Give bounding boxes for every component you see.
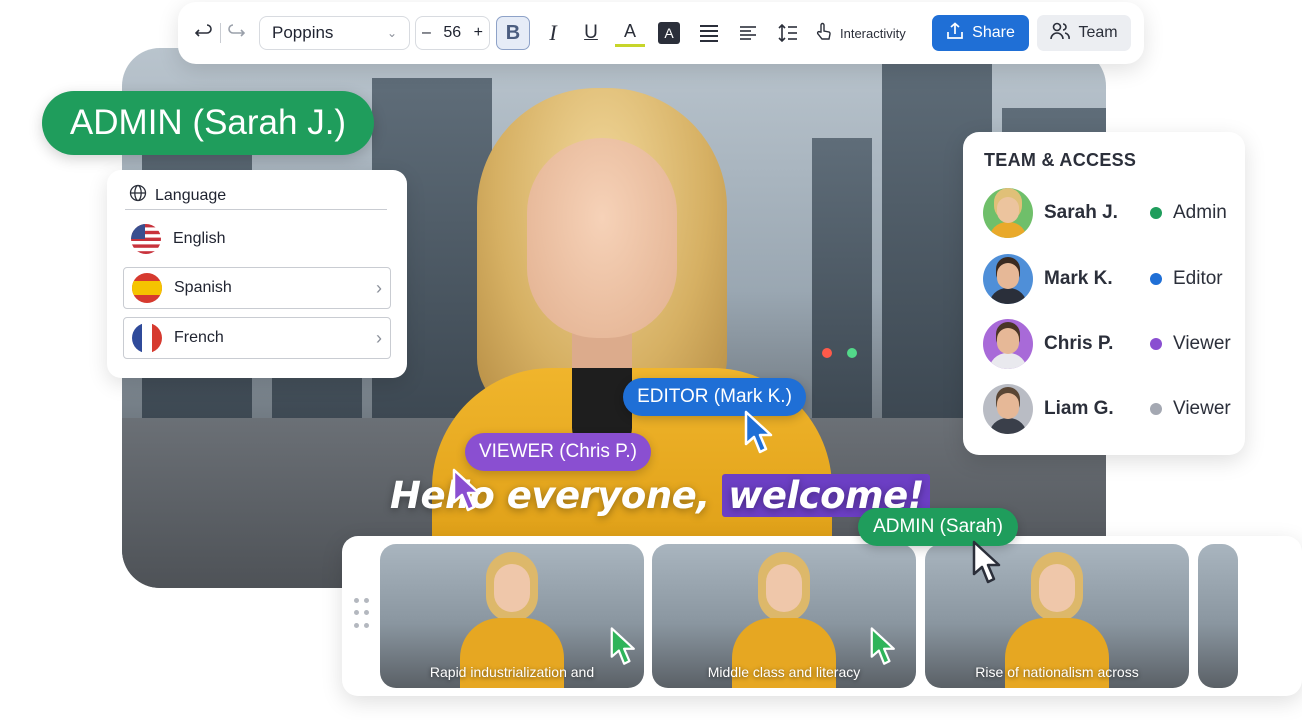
share-upload-icon [946,21,964,45]
role-status-dot [1150,403,1162,415]
avatar [983,188,1033,238]
underline-button[interactable]: U [576,16,606,50]
admin-cursor-icon [972,540,1006,591]
scene-filmstrip: Rapid industrialization and Middle class… [342,536,1302,696]
bold-button[interactable]: B [496,16,530,50]
traffic-light [847,348,857,358]
spain-flag-icon [132,273,162,303]
chevron-right-icon: › [376,277,382,298]
team-button[interactable]: Team [1037,15,1131,51]
france-flag-icon [132,323,162,353]
scene-thumbnail[interactable]: Middle class and literacy [652,544,916,688]
member-name: Sarah J. [1044,202,1118,223]
users-icon [1050,22,1071,45]
align-justify-icon[interactable] [696,16,722,50]
scene-thumbnail[interactable]: Rise of nationalism across [925,544,1189,688]
plus-icon[interactable]: + [474,24,483,42]
text-toolbar: Poppins ⌄ – 56 + B I U A A Interactivity… [178,2,1144,64]
us-flag-icon [131,224,161,254]
thumbnail-caption: Rapid industrialization and [429,664,595,680]
language-heading: Language [129,184,226,207]
highlight-color-button[interactable]: A [658,22,680,44]
language-label: French [174,329,224,346]
member-role[interactable]: Viewer [1173,398,1231,420]
thumbnail-presenter [732,552,836,688]
team-label: Team [1078,24,1118,41]
panel-title: TEAM & ACCESS [984,150,1137,170]
undo-icon[interactable] [192,16,216,50]
member-row-mark[interactable]: Mark K. Editor [983,253,1243,305]
role-status-dot [1150,207,1162,219]
scene-thumbnail[interactable]: Rapid industrialization and [380,544,644,688]
language-option-english[interactable]: English [123,218,391,260]
member-row-chris[interactable]: Chris P. Viewer [983,318,1243,370]
caption-text: Hello everyone, [390,474,723,517]
green-cursor-icon [610,626,640,673]
chevron-down-icon: ⌄ [386,26,397,40]
scene-thumbnail-partial[interactable] [1198,544,1238,688]
avatar [983,319,1033,369]
line-spacing-icon[interactable] [775,16,801,50]
member-name: Mark K. [1044,268,1113,289]
language-label: English [173,230,226,247]
member-role[interactable]: Editor [1173,268,1223,290]
thumbnail-presenter [1005,552,1109,688]
language-option-french[interactable]: French › [123,317,391,359]
team-access-panel: TEAM & ACCESS Sarah J. Admin Mark K. Edi… [963,132,1245,455]
drag-handle-icon[interactable] [354,598,370,630]
redo-icon[interactable] [224,16,248,50]
language-label: Spanish [174,279,232,296]
member-role[interactable]: Admin [1173,202,1227,224]
thumbnail-presenter [460,552,564,688]
admin-user-badge: ADMIN (Sarah J.) [42,91,374,155]
role-status-dot [1150,338,1162,350]
toolbar-divider [218,16,222,50]
member-row-sarah[interactable]: Sarah J. Admin [983,187,1243,239]
viewer-cursor-icon [452,468,486,519]
font-family-select[interactable]: Poppins ⌄ [259,16,410,50]
avatar [983,254,1033,304]
interactivity-label: Interactivity [840,25,906,41]
member-row-liam[interactable]: Liam G. Viewer [983,383,1243,435]
editor-cursor-icon [744,410,778,461]
globe-icon [129,184,147,207]
thumbnail-caption: Rise of nationalism across [975,664,1139,680]
member-name: Chris P. [1044,333,1114,354]
share-label: Share [972,24,1015,41]
text-color-button[interactable]: A [615,19,645,47]
interactivity-button[interactable]: Interactivity [814,16,920,50]
divider [125,209,387,210]
chevron-right-icon: › [376,327,382,348]
share-button[interactable]: Share [932,15,1029,51]
minus-icon[interactable]: – [422,24,431,42]
green-cursor-icon [870,626,900,673]
font-family-value: Poppins [272,23,334,42]
avatar [983,384,1033,434]
member-role[interactable]: Viewer [1173,333,1231,355]
font-size-value[interactable]: 56 [443,24,461,42]
language-option-spanish[interactable]: Spanish › [123,267,391,309]
viewer-cursor-tag: VIEWER (Chris P.) [465,433,651,471]
language-heading-label: Language [155,186,227,204]
font-size-stepper[interactable]: – 56 + [415,16,490,50]
align-left-icon[interactable] [735,16,761,50]
editor-cursor-tag: EDITOR (Mark K.) [623,378,806,416]
role-status-dot [1150,273,1162,285]
italic-button[interactable]: I [538,16,568,50]
member-name: Liam G. [1044,398,1114,419]
language-panel: Language English Spanish › French › [107,170,407,378]
pointer-hand-icon [814,22,834,45]
